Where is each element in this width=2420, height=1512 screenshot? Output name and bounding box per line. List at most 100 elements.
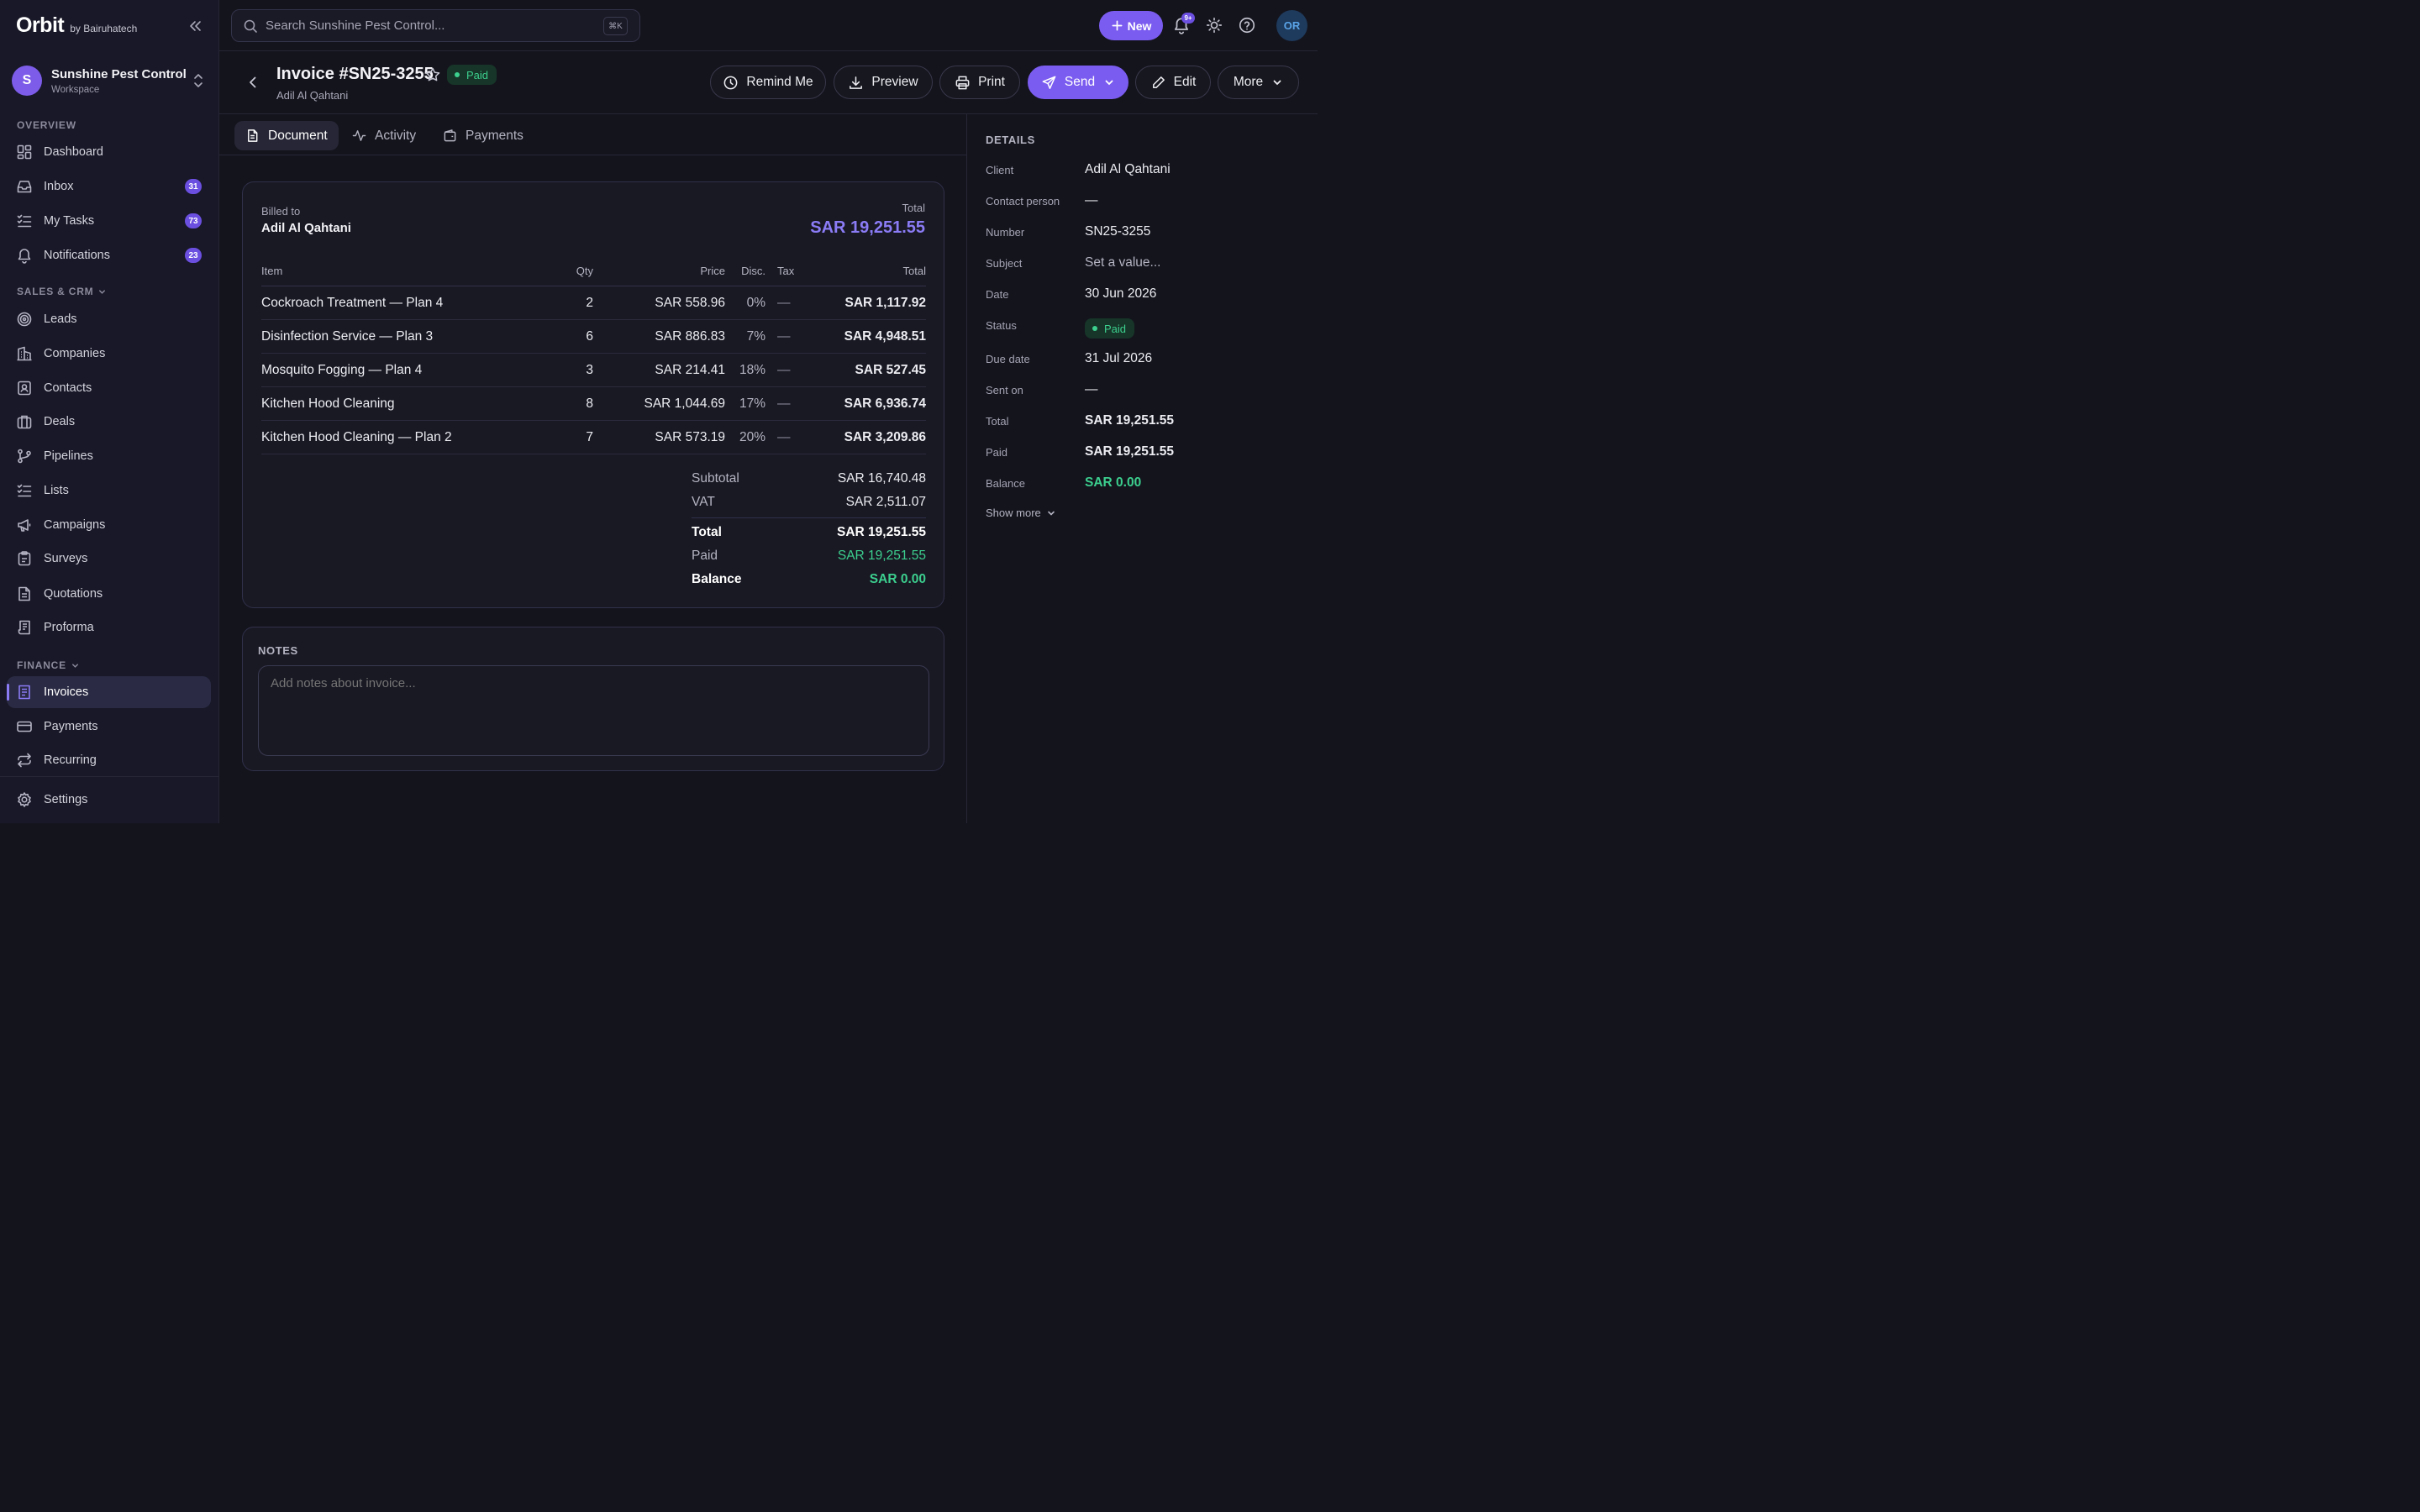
- remind-me-button[interactable]: Remind Me: [710, 66, 826, 99]
- invoice-card: Billed to Adil Al Qahtani Total SAR 19,2…: [242, 181, 944, 608]
- edit-button[interactable]: Edit: [1135, 66, 1211, 99]
- invoice-document: Billed to Adil Al Qahtani Total SAR 19,2…: [219, 155, 966, 823]
- sidebar-item-label: Recurring: [44, 753, 97, 767]
- sidebar-item-settings[interactable]: Settings: [7, 784, 211, 816]
- workspace-avatar: S: [12, 66, 42, 96]
- sidebar-item-proforma[interactable]: Proforma: [7, 612, 211, 643]
- summary-paid: Paid SAR 19,251.55: [692, 549, 926, 563]
- sidebar-item-lists[interactable]: Lists: [7, 475, 211, 507]
- new-button[interactable]: New: [1099, 11, 1163, 40]
- star-icon[interactable]: [424, 66, 441, 83]
- section-finance[interactable]: FINANCE: [17, 659, 80, 671]
- sidebar-item-contacts[interactable]: Contacts: [7, 372, 211, 404]
- sidebar-item-notifications[interactable]: Notifications 23: [7, 239, 211, 271]
- detail-subject: Subject Set a value...: [986, 255, 1161, 270]
- invoice-client-subtitle: Adil Al Qahtani: [276, 89, 349, 102]
- pipeline-icon: [16, 448, 33, 465]
- sidebar-item-label: Proforma: [44, 621, 94, 634]
- notes-label: NOTES: [258, 644, 298, 657]
- print-button[interactable]: Print: [939, 66, 1020, 99]
- document-icon: [248, 129, 258, 142]
- detail-number: Number SN25-3255: [986, 224, 1151, 239]
- activity-icon: [352, 130, 366, 141]
- more-button[interactable]: More: [1218, 66, 1299, 99]
- back-arrow-icon[interactable]: [245, 74, 261, 91]
- invoice-header: Invoice #SN25-3255 Paid Adil Al Qahtani …: [219, 51, 1318, 114]
- summary-balance: Balance SAR 0.00: [692, 572, 926, 586]
- topbar: Search Sunshine Pest Control... ⌘K New 9…: [219, 0, 1318, 51]
- sidebar-item-label: Leads: [44, 312, 77, 326]
- detail-sent-on: Sent on —: [986, 382, 1098, 396]
- sidebar-item-recurring[interactable]: Recurring: [7, 744, 211, 776]
- tab-activity[interactable]: Activity: [341, 121, 427, 150]
- sidebar-item-label: Deals: [44, 415, 76, 428]
- line-items-table: Item Qty Price Disc. Tax Total Cockroach…: [261, 256, 926, 454]
- summary-total: Total SAR 19,251.55: [692, 525, 926, 539]
- send-button[interactable]: Send: [1028, 66, 1128, 99]
- search-input[interactable]: Search Sunshine Pest Control... ⌘K: [231, 9, 640, 42]
- sidebar-item-pipelines[interactable]: Pipelines: [7, 440, 211, 472]
- logo-wordmark: Orbit: [16, 13, 65, 37]
- sidebar-item-leads[interactable]: Leads: [7, 303, 211, 335]
- tab-document[interactable]: Document: [234, 121, 339, 150]
- workspace-switcher[interactable]: S Sunshine Pest Control Workspace: [12, 64, 208, 97]
- sidebar-item-invoices[interactable]: Invoices: [7, 676, 211, 708]
- search-placeholder: Search Sunshine Pest Control...: [266, 18, 445, 33]
- preview-button[interactable]: Preview: [834, 66, 933, 99]
- tab-payments[interactable]: Payments: [432, 121, 534, 150]
- sidebar-item-label: Pipelines: [44, 449, 93, 463]
- invoice-total-value: SAR 19,251.55: [810, 218, 925, 237]
- table-header: Item Qty Price Disc. Tax Total: [261, 256, 926, 286]
- show-more-button[interactable]: Show more: [986, 507, 1056, 519]
- sidebar-item-quotations[interactable]: Quotations: [7, 578, 211, 610]
- collapse-sidebar-icon[interactable]: [187, 18, 203, 34]
- sidebar-item-label: Companies: [44, 347, 106, 360]
- table-row: Mosquito Fogging — Plan 4 3 SAR 214.41 1…: [261, 354, 926, 387]
- inbox-icon: [16, 178, 33, 195]
- status-badge[interactable]: Paid: [1085, 318, 1135, 339]
- billed-to-label: Billed to: [261, 205, 301, 218]
- invoice-icon: [16, 684, 33, 701]
- sidebar-item-label: Contacts: [44, 381, 92, 395]
- sidebar-item-dashboard[interactable]: Dashboard: [7, 136, 211, 168]
- card-icon: [16, 718, 33, 735]
- gear-icon: [16, 791, 33, 808]
- sidebar-item-companies[interactable]: Companies: [7, 338, 211, 370]
- sidebar-item-inbox[interactable]: Inbox 31: [7, 171, 211, 202]
- detail-due-date: Due date 31 Jul 2026: [986, 351, 1153, 365]
- notes-card: NOTES: [242, 627, 944, 771]
- chevron-down-icon: [71, 663, 78, 668]
- details-panel: DETAILS Client Adil Al Qahtani Contact p…: [966, 114, 1318, 823]
- sidebar-item-label: My Tasks: [44, 214, 95, 228]
- notification-count-badge: 9+: [1181, 13, 1195, 24]
- sidebar-item-payments[interactable]: Payments: [7, 711, 211, 743]
- page-title: Invoice #SN25-3255: [276, 65, 434, 83]
- logo[interactable]: Orbit by Bairuhatech: [16, 15, 137, 36]
- subject-field[interactable]: Set a value...: [1085, 255, 1160, 270]
- chevron-down-icon: [1273, 80, 1281, 86]
- help-icon[interactable]: [1238, 16, 1256, 34]
- dashboard-icon: [16, 144, 33, 160]
- list-icon: [16, 482, 33, 499]
- status-badge: Paid: [447, 65, 497, 85]
- pencil-icon: [1152, 76, 1165, 88]
- tasks-icon: [16, 213, 33, 229]
- sidebar-item-deals[interactable]: Deals: [7, 406, 211, 438]
- user-avatar[interactable]: OR: [1276, 10, 1307, 41]
- notes-textarea[interactable]: [258, 665, 929, 756]
- sidebar-item-campaigns[interactable]: Campaigns: [7, 509, 211, 541]
- details-title: DETAILS: [986, 134, 1035, 146]
- shortcut-hint: ⌘K: [603, 17, 628, 35]
- send-icon: [1042, 76, 1056, 89]
- detail-contact-person: Contact person —: [986, 193, 1098, 207]
- download-icon: [850, 76, 863, 89]
- repeat-icon: [16, 752, 33, 769]
- sidebar-item-tasks[interactable]: My Tasks 73: [7, 205, 211, 237]
- count-badge: 73: [185, 213, 202, 228]
- table-row: Disinfection Service — Plan 3 6 SAR 886.…: [261, 320, 926, 354]
- invoice-total-label: Total: [902, 202, 925, 214]
- chevron-down-icon: [99, 289, 106, 294]
- sidebar-item-surveys[interactable]: Surveys: [7, 543, 211, 575]
- theme-sun-icon[interactable]: [1205, 16, 1223, 34]
- section-sales-crm[interactable]: SALES & CRM: [17, 286, 107, 297]
